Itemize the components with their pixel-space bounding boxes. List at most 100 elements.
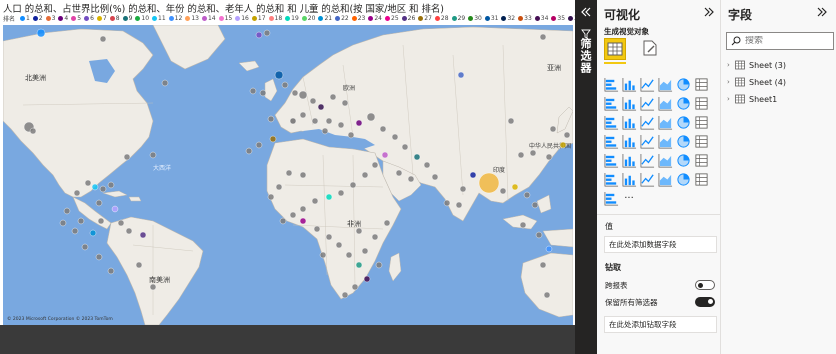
map-bubble[interactable]: [539, 261, 547, 269]
map-bubble[interactable]: [279, 217, 287, 225]
funnel-chart-icon[interactable]: [621, 114, 637, 130]
map-bubble[interactable]: [363, 275, 371, 283]
donut-chart-icon[interactable]: [675, 114, 691, 130]
legend-item[interactable]: 20: [301, 15, 315, 22]
legend-item[interactable]: 24: [368, 15, 382, 22]
legend-item[interactable]: 12: [168, 15, 182, 22]
r-visual-icon[interactable]: [675, 152, 691, 168]
map-bubble[interactable]: [361, 247, 369, 255]
arcgis-map-icon[interactable]: [693, 171, 709, 187]
map-bubble[interactable]: [337, 121, 345, 129]
map-bubble[interactable]: [401, 143, 409, 151]
qa-icon[interactable]: [639, 171, 655, 187]
map-bubble[interactable]: [319, 251, 327, 259]
map-bubble[interactable]: [511, 183, 519, 191]
map-bubble[interactable]: [95, 199, 103, 207]
map-bubble[interactable]: [413, 153, 421, 161]
map-bubble[interactable]: [529, 149, 537, 157]
stacked-bar-chart-icon[interactable]: [603, 76, 619, 92]
map-bubble[interactable]: [531, 201, 539, 209]
legend-item[interactable]: 18: [268, 15, 282, 22]
map-bubble[interactable]: [139, 231, 147, 239]
map-bubble[interactable]: [135, 261, 143, 269]
chevron-right-icon[interactable]: ›: [727, 78, 735, 86]
map-bubble[interactable]: [107, 181, 115, 189]
map-bubble[interactable]: [298, 90, 308, 100]
map-bubble[interactable]: [309, 97, 317, 105]
legend-item[interactable]: 11: [152, 15, 166, 22]
python-visual-icon[interactable]: [693, 152, 709, 168]
decomposition-tree-icon[interactable]: [621, 171, 637, 187]
map-bubble[interactable]: [349, 181, 357, 189]
map-bubble[interactable]: [517, 151, 525, 159]
map-bubble[interactable]: [371, 161, 379, 169]
map-bubble[interactable]: [329, 93, 337, 101]
legend-item[interactable]: 29: [451, 15, 465, 22]
filter-pane-collapsed[interactable]: 筛选器: [575, 0, 597, 354]
map-bubble[interactable]: [355, 261, 363, 269]
map-bubble[interactable]: [519, 221, 527, 229]
map-bubble[interactable]: [355, 227, 363, 235]
map-bubble[interactable]: [563, 131, 571, 139]
multi-row-card-icon[interactable]: [693, 133, 709, 149]
map-bubble[interactable]: [341, 99, 349, 107]
line-clustered-column-chart-icon[interactable]: [675, 95, 691, 111]
map-bubble[interactable]: [77, 217, 85, 225]
power-apps-icon[interactable]: [603, 190, 619, 206]
map-bubble[interactable]: [299, 217, 307, 225]
map-bubble[interactable]: [523, 191, 531, 199]
legend-item[interactable]: 9: [122, 15, 132, 22]
map-bubble[interactable]: [379, 125, 387, 133]
map-bubble[interactable]: [383, 219, 391, 227]
double-chevron-left-icon[interactable]: [581, 7, 591, 17]
map-bubble[interactable]: [249, 87, 257, 95]
legend-item[interactable]: 16: [235, 15, 249, 22]
bubble-layer[interactable]: [3, 25, 573, 325]
map-bubble[interactable]: [99, 35, 107, 43]
map-bubble[interactable]: [539, 33, 547, 41]
legend-item[interactable]: 15: [218, 15, 232, 22]
slicer-icon[interactable]: [621, 152, 637, 168]
values-drop-zone[interactable]: 在此处添加数据字段: [604, 236, 717, 253]
field-table-item[interactable]: › Sheet1: [727, 92, 777, 106]
smart-narrative-icon[interactable]: [657, 171, 673, 187]
paginated-report-icon[interactable]: [675, 171, 691, 187]
scatter-chart-icon[interactable]: [639, 114, 655, 130]
map-visual[interactable]: 人口 的总和、占世界比例(%) 的总和、年份 的总和、老年人 的总和 和 儿童 …: [0, 0, 575, 354]
map-bubble[interactable]: [161, 79, 169, 87]
map-bubble[interactable]: [366, 112, 376, 122]
map-bubble[interactable]: [443, 199, 451, 207]
map-bubble[interactable]: [325, 117, 333, 125]
map-bubble[interactable]: [459, 185, 467, 193]
map-bubble[interactable]: [99, 185, 107, 193]
legend-item[interactable]: 19: [285, 15, 299, 22]
map-bubble[interactable]: [559, 141, 567, 149]
map-bubble[interactable]: [545, 153, 553, 161]
map-bubble[interactable]: [317, 103, 325, 111]
100-stacked-column-chart-icon[interactable]: [693, 76, 709, 92]
clustered-bar-chart-icon[interactable]: [639, 76, 655, 92]
ribbon-chart-icon[interactable]: [693, 95, 709, 111]
map-bubble[interactable]: [274, 70, 284, 80]
map-bubble[interactable]: [275, 183, 283, 191]
map-bubble[interactable]: [455, 201, 463, 209]
map-bubble[interactable]: [281, 81, 289, 89]
key-influencers-icon[interactable]: [603, 171, 619, 187]
map-bubble[interactable]: [255, 141, 263, 149]
field-table-item[interactable]: › Sheet (4): [727, 75, 786, 89]
map-bubble[interactable]: [337, 189, 345, 197]
map-bubble[interactable]: [63, 207, 71, 215]
gauge-icon[interactable]: [657, 133, 673, 149]
map-bubble[interactable]: [423, 161, 431, 169]
map-bubble[interactable]: [391, 133, 399, 141]
map-bubble[interactable]: [347, 131, 355, 139]
map-bubble[interactable]: [289, 211, 297, 219]
map-bubble[interactable]: [95, 253, 103, 261]
legend-item[interactable]: 10: [135, 15, 149, 22]
azure-map-icon[interactable]: [639, 133, 655, 149]
map-bubble[interactable]: [73, 189, 81, 197]
map-bubble[interactable]: [335, 241, 343, 249]
map-bubble[interactable]: [469, 171, 477, 179]
map-bubble[interactable]: [457, 71, 465, 79]
map-bubble[interactable]: [149, 151, 157, 159]
